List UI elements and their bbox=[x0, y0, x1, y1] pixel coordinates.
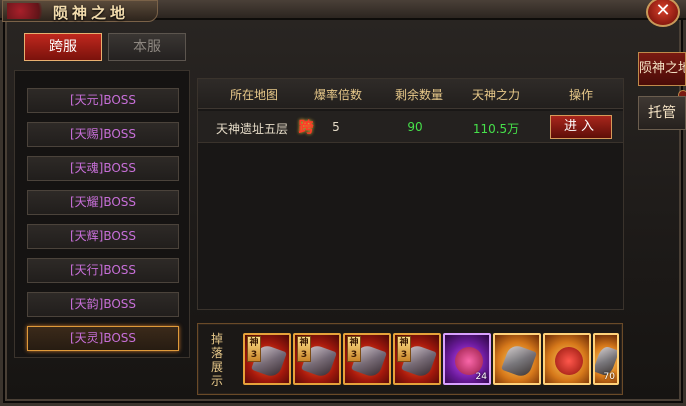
column-header-power: 天神之力 bbox=[471, 88, 520, 102]
boss-item[interactable]: [天行]BOSS bbox=[27, 258, 179, 283]
gem-icon bbox=[551, 343, 587, 379]
cell-map: 天神遗址五层 bbox=[215, 122, 288, 136]
enter-button[interactable]: 进入 bbox=[550, 115, 612, 139]
window-title: 陨神之地 bbox=[53, 4, 130, 22]
tier-badge: 神3 bbox=[297, 336, 311, 362]
drop-item[interactable]: 70 bbox=[593, 333, 619, 385]
boss-item[interactable]: [天魂]BOSS bbox=[27, 156, 179, 181]
title-plate: 陨神之地 bbox=[2, 0, 158, 22]
drop-item[interactable]: 神3 bbox=[343, 333, 391, 385]
side-tab-auto[interactable]: 托管 bbox=[638, 96, 686, 130]
tier-badge: 神3 bbox=[347, 336, 361, 362]
drop-item[interactable]: 神3 bbox=[293, 333, 341, 385]
item-count: 24 bbox=[475, 372, 487, 382]
drop-item[interactable]: 24 bbox=[443, 333, 491, 385]
item-count: 70 bbox=[603, 372, 615, 382]
boss-item[interactable]: [天韵]BOSS bbox=[27, 292, 179, 317]
drop-display-label: 掉落展示 bbox=[210, 332, 223, 388]
tier-badge: 神3 bbox=[247, 336, 261, 362]
drop-item[interactable]: 神3 bbox=[393, 333, 441, 385]
tab-cross-server[interactable]: 跨服 bbox=[24, 33, 102, 61]
table-header: 所在地图 爆率倍数 剩余数量 天神之力 操作 bbox=[198, 79, 623, 109]
cell-drop-rate: 5 bbox=[332, 120, 340, 134]
boss-item[interactable]: [天赐]BOSS bbox=[27, 122, 179, 147]
column-header-action: 操作 bbox=[568, 88, 593, 102]
dragon-ornament-icon bbox=[7, 3, 51, 19]
drop-item[interactable] bbox=[493, 333, 541, 385]
drop-display-panel: 掉落展示 神3 神3 神3 神3 24 70 bbox=[197, 323, 623, 395]
tab-local-server[interactable]: 本服 bbox=[108, 33, 186, 61]
tier-badge: 神3 bbox=[397, 336, 411, 362]
column-header-drop-rate: 爆率倍数 bbox=[313, 88, 362, 102]
column-header-remaining: 剩余数量 bbox=[394, 88, 443, 102]
column-header-map: 所在地图 bbox=[229, 88, 278, 102]
stone-icon bbox=[501, 343, 537, 379]
boss-item[interactable]: [天辉]BOSS bbox=[27, 224, 179, 249]
boss-item[interactable]: [天元]BOSS bbox=[27, 88, 179, 113]
cell-power: 110.5万 bbox=[472, 122, 520, 136]
boss-list-panel: [天元]BOSS [天赐]BOSS [天魂]BOSS [天耀]BOSS [天辉]… bbox=[14, 70, 190, 358]
cell-remaining: 90 bbox=[407, 120, 423, 134]
drop-item[interactable] bbox=[543, 333, 591, 385]
table-row: 天神遗址五层 跨 5 90 110.5万 进入 bbox=[198, 111, 623, 143]
boss-item[interactable]: [天耀]BOSS bbox=[27, 190, 179, 215]
boss-table: 所在地图 爆率倍数 剩余数量 天神之力 操作 天神遗址五层 跨 5 90 110… bbox=[197, 78, 624, 310]
side-tab-fallen-god-land[interactable]: 陨神之地 bbox=[638, 52, 686, 86]
boss-item-selected[interactable]: [天灵]BOSS bbox=[27, 326, 179, 351]
drop-item[interactable]: 神3 bbox=[243, 333, 291, 385]
